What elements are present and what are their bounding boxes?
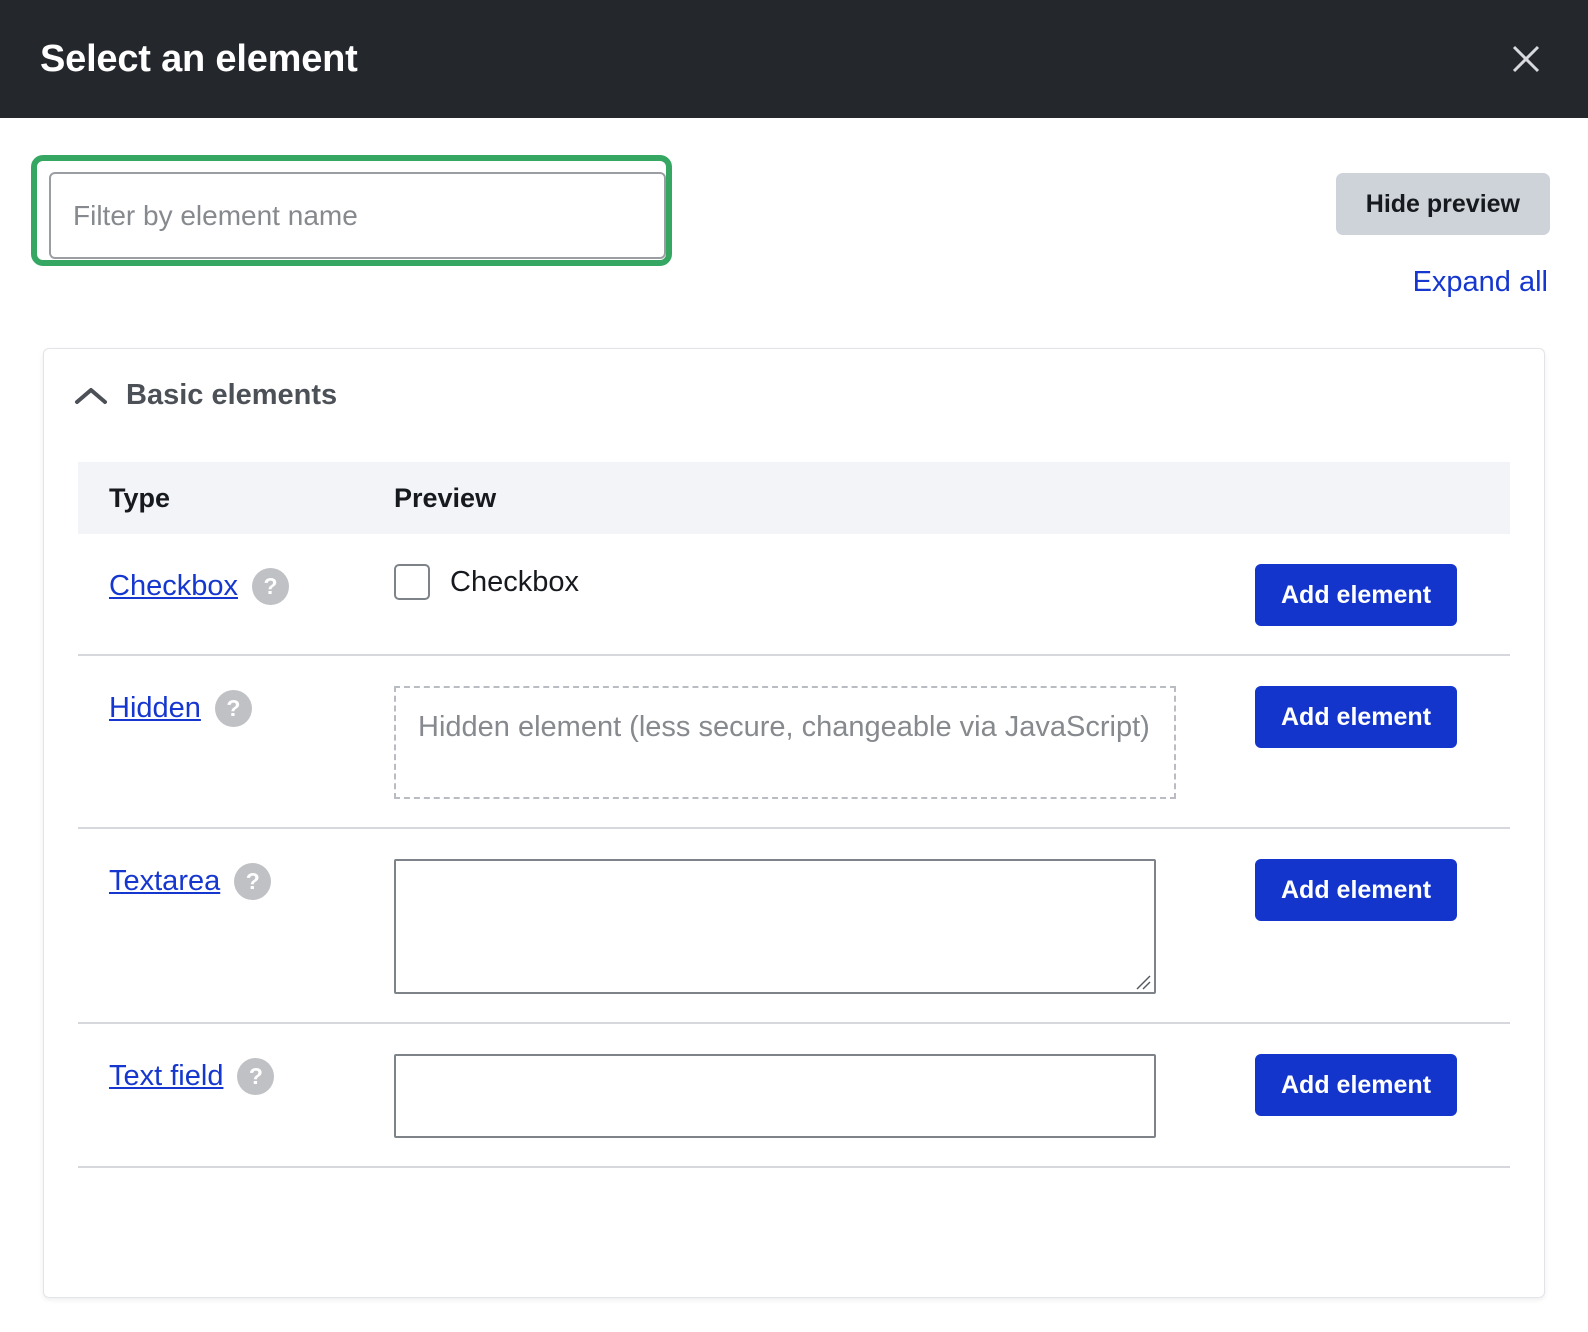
search-input[interactable] <box>49 172 666 259</box>
cell-type: Text field ? <box>78 1052 388 1095</box>
question-mark-icon[interactable]: ? <box>252 568 289 605</box>
add-element-button-text-field[interactable]: Add element <box>1255 1054 1457 1116</box>
cell-type: Textarea ? <box>78 857 388 900</box>
question-mark-icon[interactable]: ? <box>215 690 252 727</box>
table-row: Text field ? Add element <box>78 1024 1510 1168</box>
column-header-preview: Preview <box>388 483 1255 514</box>
filter-row: Hide preview <box>0 118 1588 268</box>
close-icon <box>1509 42 1543 76</box>
table-row: Checkbox ? Checkbox Add element <box>78 534 1510 656</box>
table-row: Hidden ? Hidden element (less secure, ch… <box>78 656 1510 829</box>
textarea-preview[interactable] <box>394 859 1156 994</box>
cell-preview: Checkbox <box>388 562 1255 600</box>
cell-action: Add element <box>1255 684 1510 748</box>
cell-type: Hidden ? <box>78 684 388 727</box>
hide-preview-button[interactable]: Hide preview <box>1336 173 1550 235</box>
cell-action: Add element <box>1255 857 1510 921</box>
question-mark-icon[interactable]: ? <box>234 863 271 900</box>
text-field-preview[interactable] <box>394 1054 1156 1138</box>
table-header-row: Type Preview <box>78 462 1510 534</box>
cell-action: Add element <box>1255 562 1510 626</box>
cell-action: Add element <box>1255 1052 1510 1116</box>
checkbox-preview-label: Checkbox <box>450 566 579 599</box>
element-type-link-textarea[interactable]: Textarea <box>109 866 220 898</box>
filter-input-highlight <box>31 155 672 266</box>
cell-preview: Hidden element (less secure, changeable … <box>388 684 1255 799</box>
checkbox-preview: Checkbox <box>394 564 1255 600</box>
add-element-button-hidden[interactable]: Add element <box>1255 686 1457 748</box>
expand-all-link[interactable]: Expand all <box>1413 268 1548 297</box>
page-title: Select an element <box>40 40 358 78</box>
modal-header: Select an element <box>0 0 1588 118</box>
hidden-element-preview: Hidden element (less secure, changeable … <box>394 686 1176 799</box>
section-header-basic-elements[interactable]: Basic elements <box>44 349 1544 410</box>
resize-handle-icon[interactable] <box>1133 972 1151 990</box>
cell-preview <box>388 857 1255 994</box>
add-element-button-checkbox[interactable]: Add element <box>1255 564 1457 626</box>
cell-type: Checkbox ? <box>78 562 388 605</box>
element-type-link-hidden[interactable]: Hidden <box>109 693 201 725</box>
checkbox-input[interactable] <box>394 564 430 600</box>
element-type-link-checkbox[interactable]: Checkbox <box>109 571 238 603</box>
elements-table: Type Preview Checkbox ? Checkbox Add ele… <box>78 462 1510 1168</box>
table-row: Textarea ? Add element <box>78 829 1510 1024</box>
elements-card: Basic elements Type Preview Checkbox ? C… <box>43 348 1545 1298</box>
chevron-up-icon <box>74 385 108 407</box>
add-element-button-textarea[interactable]: Add element <box>1255 859 1457 921</box>
section-title: Basic elements <box>126 381 337 410</box>
cell-preview <box>388 1052 1255 1138</box>
element-type-link-text-field[interactable]: Text field <box>109 1061 223 1093</box>
column-header-type: Type <box>78 483 388 514</box>
close-button[interactable] <box>1498 31 1554 87</box>
expand-all-row: Expand all <box>0 268 1588 330</box>
question-mark-icon[interactable]: ? <box>237 1058 274 1095</box>
